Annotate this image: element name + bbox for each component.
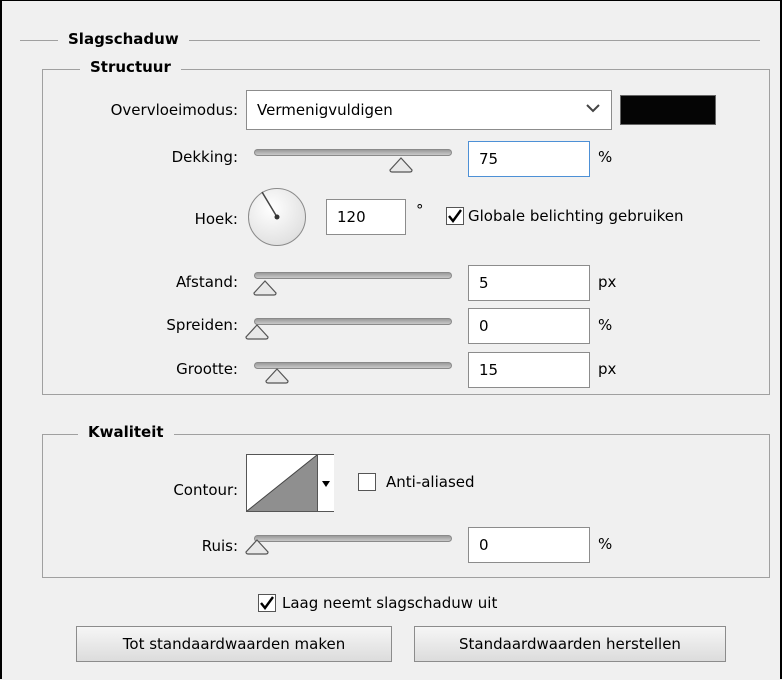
noise-label: Ruis:: [201, 537, 238, 555]
noise-unit: %: [598, 535, 613, 553]
checkmark-icon: [260, 596, 274, 610]
quality-title: Kwaliteit: [78, 423, 174, 441]
section-title: Slagschaduw: [58, 30, 189, 48]
opacity-unit: %: [598, 148, 613, 166]
structure-title: Structuur: [80, 58, 181, 76]
contour-dropdown[interactable]: [317, 455, 334, 511]
antialiased-checkbox[interactable]: [358, 473, 376, 491]
size-slider-thumb[interactable]: [264, 368, 290, 384]
noise-input[interactable]: 0: [468, 527, 590, 563]
distance-label: Afstand:: [176, 273, 238, 291]
spread-slider-thumb[interactable]: [244, 324, 270, 340]
caret-down-icon: [322, 481, 330, 487]
distance-slider-thumb[interactable]: [252, 280, 278, 296]
contour-curve-icon: [247, 455, 317, 511]
angle-input[interactable]: 120: [326, 199, 406, 235]
shadow-color-swatch[interactable]: [620, 95, 716, 125]
spread-value: 0: [479, 317, 489, 335]
global-light-label[interactable]: Globale belichting gebruiken: [468, 207, 684, 225]
opacity-input[interactable]: 75: [468, 141, 590, 177]
contour-picker[interactable]: [246, 454, 334, 512]
noise-slider-thumb[interactable]: [244, 539, 270, 555]
noise-value: 0: [479, 536, 489, 554]
size-unit: px: [598, 360, 617, 378]
opacity-slider-track[interactable]: [254, 149, 452, 156]
knockout-label[interactable]: Laag neemt slagschaduw uit: [282, 594, 497, 612]
quality-group: [42, 434, 770, 578]
distance-value: 5: [479, 274, 489, 292]
knockout-checkbox[interactable]: [258, 594, 276, 612]
angle-label: Hoek:: [194, 210, 238, 228]
distance-input[interactable]: 5: [468, 265, 590, 301]
noise-slider-track[interactable]: [254, 535, 452, 542]
chevron-down-icon: [585, 100, 601, 120]
angle-dial[interactable]: [248, 188, 306, 246]
global-light-checkbox[interactable]: [446, 207, 464, 225]
opacity-value: 75: [479, 150, 499, 168]
spread-label: Spreiden:: [166, 316, 238, 334]
size-input[interactable]: 15: [468, 352, 590, 388]
distance-unit: px: [598, 273, 617, 291]
angle-unit: °: [416, 201, 424, 219]
blend-mode-select[interactable]: Vermenigvuldigen: [246, 90, 612, 130]
size-value: 15: [479, 361, 499, 379]
reset-default-button[interactable]: Standaardwaarden herstellen: [414, 626, 726, 662]
angle-value: 120: [337, 208, 366, 226]
checkmark-icon: [448, 209, 462, 223]
make-default-button[interactable]: Tot standaardwaarden maken: [76, 626, 392, 662]
spread-input[interactable]: 0: [468, 308, 590, 344]
layer-style-panel: Slagschaduw Structuur Overvloeimodus: Ve…: [0, 0, 782, 679]
opacity-label: Dekking:: [171, 148, 238, 166]
size-label: Grootte:: [176, 360, 238, 378]
distance-slider-track[interactable]: [254, 272, 452, 279]
antialiased-label[interactable]: Anti-aliased: [386, 473, 475, 491]
blend-mode-label: Overvloeimodus:: [110, 101, 238, 119]
contour-label: Contour:: [173, 481, 238, 499]
opacity-slider-thumb[interactable]: [388, 157, 414, 173]
spread-unit: %: [598, 316, 613, 334]
blend-mode-value: Vermenigvuldigen: [257, 101, 393, 119]
spread-slider-track[interactable]: [254, 318, 452, 325]
